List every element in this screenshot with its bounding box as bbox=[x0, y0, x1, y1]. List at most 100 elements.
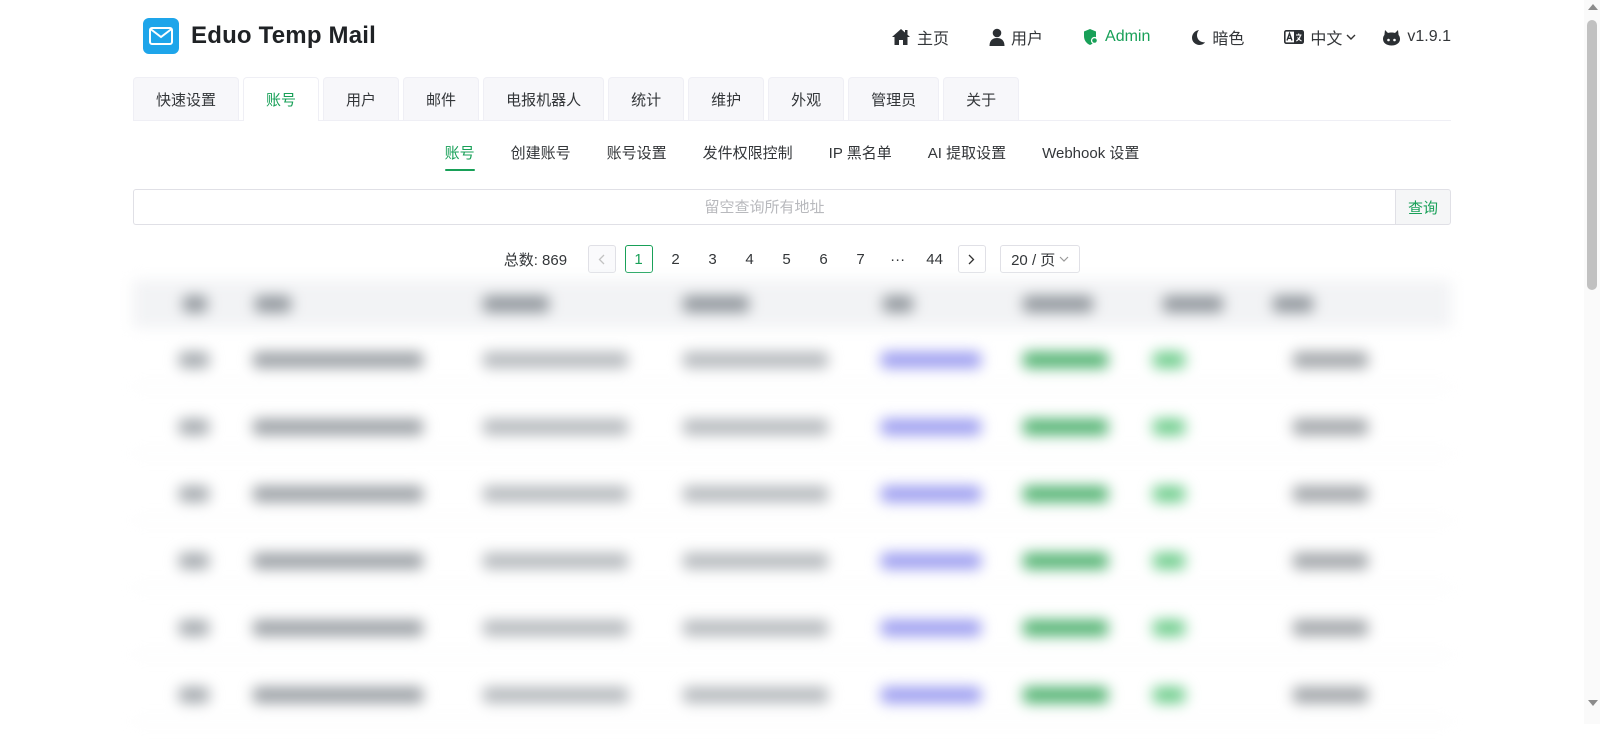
subtab-send-permission[interactable]: 发件权限控制 bbox=[703, 142, 793, 171]
table-cell bbox=[683, 620, 828, 636]
chevron-left-icon bbox=[598, 254, 605, 264]
table-cell bbox=[179, 620, 209, 636]
nav-github-version[interactable]: v1.9.1 bbox=[1382, 28, 1451, 46]
subtab-ai-extract-settings[interactable]: AI 提取设置 bbox=[928, 142, 1006, 171]
subtab-webhook-settings[interactable]: Webhook 设置 bbox=[1042, 142, 1139, 171]
table-cell bbox=[1153, 553, 1185, 569]
translate-icon bbox=[1284, 30, 1305, 44]
header-cell bbox=[683, 296, 749, 312]
table-cell bbox=[1023, 419, 1108, 435]
top-nav: 主页 用户 Admin 暗色 中文 v1.9.1 bbox=[891, 24, 1451, 50]
table-cell bbox=[179, 419, 209, 435]
nav-admin[interactable]: Admin bbox=[1083, 28, 1150, 46]
mail-icon[interactable] bbox=[143, 18, 179, 54]
table-cell bbox=[483, 687, 628, 703]
page-item-7[interactable]: 7 bbox=[847, 245, 875, 273]
search-button[interactable]: 查询 bbox=[1395, 189, 1451, 225]
page-item-44[interactable]: 44 bbox=[921, 245, 949, 273]
header-cell bbox=[255, 296, 291, 312]
table-cell bbox=[1293, 352, 1368, 368]
subtab-ip-blacklist[interactable]: IP 黑名单 bbox=[829, 142, 892, 171]
chevron-right-icon bbox=[968, 254, 975, 264]
table-cell bbox=[483, 553, 628, 569]
page-item-3[interactable]: 3 bbox=[699, 245, 727, 273]
table-cell bbox=[179, 352, 209, 368]
scroll-up-arrow[interactable] bbox=[1588, 4, 1598, 10]
admin-shield-icon bbox=[1084, 29, 1099, 45]
page-scrollbar[interactable] bbox=[1584, 0, 1600, 724]
table-cell bbox=[483, 620, 628, 636]
tab-mails[interactable]: 邮件 bbox=[403, 77, 480, 120]
chevron-down-icon bbox=[1059, 256, 1069, 262]
table-header bbox=[133, 280, 1451, 328]
table-cell bbox=[1023, 687, 1108, 703]
github-icon bbox=[1383, 29, 1401, 45]
nav-home-label: 主页 bbox=[916, 31, 949, 48]
table-row-divider bbox=[133, 386, 1451, 387]
header-cell bbox=[183, 296, 207, 312]
table-cell bbox=[881, 486, 981, 502]
table-cell bbox=[1153, 352, 1185, 368]
moon-icon bbox=[1192, 29, 1206, 45]
table-cell bbox=[253, 553, 423, 569]
address-search-input[interactable] bbox=[133, 189, 1395, 225]
table-cell bbox=[881, 419, 981, 435]
table-cell bbox=[483, 352, 628, 368]
version-label: v1.9.1 bbox=[1407, 28, 1451, 45]
tab-accounts[interactable]: 账号 bbox=[243, 77, 320, 121]
table-row-divider bbox=[133, 453, 1451, 454]
scroll-down-arrow[interactable] bbox=[1588, 700, 1598, 706]
page-ellipsis[interactable]: ··· bbox=[884, 245, 912, 273]
tab-about[interactable]: 关于 bbox=[943, 77, 1020, 120]
table-cell bbox=[1023, 620, 1108, 636]
pagination: 总数: 869 1 2 3 4 5 6 7 ··· 44 20 / 页 bbox=[133, 244, 1451, 274]
page-item-5[interactable]: 5 bbox=[773, 245, 801, 273]
tab-users[interactable]: 用户 bbox=[323, 77, 400, 120]
header-cell bbox=[483, 296, 549, 312]
header-cell bbox=[1023, 296, 1093, 312]
table-cell bbox=[881, 553, 981, 569]
subtab-create-account[interactable]: 创建账号 bbox=[511, 142, 571, 171]
table-cell bbox=[253, 486, 423, 502]
table-cell bbox=[253, 352, 423, 368]
table-cell bbox=[1293, 687, 1368, 703]
table-cell bbox=[1293, 486, 1368, 502]
tab-statistics[interactable]: 统计 bbox=[608, 77, 685, 120]
accounts-table-blurred bbox=[133, 280, 1451, 740]
user-icon bbox=[989, 28, 1005, 46]
next-page-button[interactable] bbox=[957, 245, 986, 273]
table-cell bbox=[683, 687, 828, 703]
subtab-accounts[interactable]: 账号 bbox=[444, 142, 475, 171]
tab-administrators[interactable]: 管理员 bbox=[848, 77, 940, 120]
table-cell bbox=[1153, 419, 1185, 435]
table-cell bbox=[179, 486, 209, 502]
tab-telegram-bot[interactable]: 电报机器人 bbox=[483, 77, 605, 120]
table-cell bbox=[683, 486, 828, 502]
table-cell bbox=[1023, 553, 1108, 569]
table-cell bbox=[1293, 419, 1368, 435]
page-item-1[interactable]: 1 bbox=[624, 245, 653, 273]
nav-language-select[interactable]: 中文 bbox=[1284, 25, 1356, 49]
table-cell bbox=[1153, 620, 1185, 636]
page-item-4[interactable]: 4 bbox=[736, 245, 764, 273]
table-row-divider bbox=[133, 587, 1451, 588]
table-cell bbox=[881, 352, 981, 368]
nav-dark-mode[interactable]: 暗色 bbox=[1190, 25, 1244, 49]
subtab-account-settings[interactable]: 账号设置 bbox=[607, 142, 667, 171]
page-item-6[interactable]: 6 bbox=[810, 245, 838, 273]
table-cell bbox=[253, 419, 423, 435]
nav-home[interactable]: 主页 bbox=[891, 25, 949, 49]
scrollbar-thumb[interactable] bbox=[1587, 20, 1597, 290]
nav-user[interactable]: 用户 bbox=[989, 25, 1043, 49]
tab-maintenance[interactable]: 维护 bbox=[688, 77, 765, 120]
table-cell bbox=[683, 419, 828, 435]
app-title[interactable]: Eduo Temp Mail bbox=[191, 22, 376, 50]
tab-quick-settings[interactable]: 快速设置 bbox=[133, 77, 240, 120]
prev-page-button[interactable] bbox=[587, 245, 616, 273]
header: Eduo Temp Mail 主页 用户 Admin 暗色 中文 v1.9.1 bbox=[133, 0, 1451, 74]
page-size-select[interactable]: 20 / 页 bbox=[1000, 245, 1081, 273]
nav-dark-mode-label: 暗色 bbox=[1212, 31, 1245, 48]
page-item-2[interactable]: 2 bbox=[662, 245, 690, 273]
tab-appearance[interactable]: 外观 bbox=[768, 77, 845, 120]
table-row-divider bbox=[133, 721, 1451, 722]
